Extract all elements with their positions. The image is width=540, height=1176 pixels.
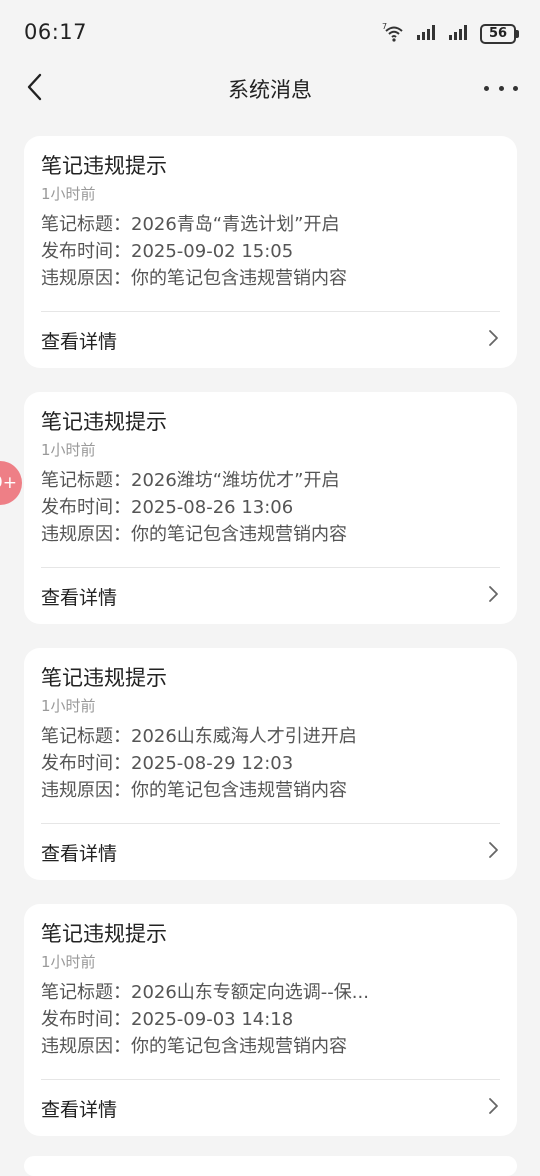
card-time: 1小时前	[41, 185, 96, 203]
more-button[interactable]	[484, 76, 518, 100]
more-dot	[484, 85, 489, 91]
publish-time-row: 发布时间：2025-08-26 13:06	[41, 497, 294, 518]
card-time: 1小时前	[41, 697, 96, 715]
note-title-row: 笔记标题：2026青岛“青选计划”开启	[41, 214, 340, 235]
publish-time-row: 发布时间：2025-09-03 14:18	[41, 1009, 294, 1030]
signal-icon	[448, 23, 470, 45]
card-title: 笔记违规提示	[41, 922, 167, 946]
battery-icon: 56	[480, 24, 519, 44]
chevron-right-icon	[486, 329, 500, 351]
message-card: 笔记违规提示 1小时前 笔记标题：2026青岛“青选计划”开启 发布时间：202…	[24, 136, 517, 368]
card-title: 笔记违规提示	[41, 154, 167, 178]
view-details-label: 查看详情	[41, 330, 118, 353]
view-details-button[interactable]: 查看详情	[41, 568, 500, 624]
page-title: 系统消息	[228, 78, 312, 102]
view-details-button[interactable]: 查看详情	[41, 312, 500, 368]
view-details-label: 查看详情	[41, 842, 118, 865]
violation-reason-row: 违规原因：你的笔记包含违规营销内容	[41, 268, 347, 289]
message-card: 笔记违规提示 1小时前 笔记标题：2026山东威海人才引进开启 发布时间：202…	[24, 648, 517, 880]
chevron-right-icon	[486, 841, 500, 863]
card-time: 1小时前	[41, 953, 96, 971]
more-dot	[498, 85, 504, 91]
signal-icon	[416, 23, 438, 45]
status-time: 06:17	[24, 20, 88, 44]
message-card-partial	[24, 1156, 517, 1176]
chevron-right-icon	[486, 585, 500, 607]
note-title-row: 笔记标题：2026潍坊“潍坊优才”开启	[41, 470, 340, 491]
violation-reason-row: 违规原因：你的笔记包含违规营销内容	[41, 524, 347, 545]
status-icons: 7 56	[382, 22, 519, 46]
note-title-row: 笔记标题：2026山东威海人才引进开启	[41, 726, 357, 747]
view-details-label: 查看详情	[41, 1098, 118, 1121]
publish-time-row: 发布时间：2025-08-29 12:03	[41, 753, 294, 774]
card-title: 笔记违规提示	[41, 410, 167, 434]
chevron-right-icon	[486, 1097, 500, 1119]
card-time: 1小时前	[41, 441, 96, 459]
nav-bar: 系统消息	[0, 64, 540, 114]
card-title: 笔记违规提示	[41, 666, 167, 690]
message-card: 笔记违规提示 1小时前 笔记标题：2026潍坊“潍坊优才”开启 发布时间：202…	[24, 392, 517, 624]
status-bar: 06:17 7 56	[0, 0, 540, 64]
wifi-icon: 7	[382, 22, 406, 46]
publish-time-row: 发布时间：2025-09-02 15:05	[41, 241, 294, 262]
view-details-button[interactable]: 查看详情	[41, 1080, 500, 1136]
violation-reason-row: 违规原因：你的笔记包含违规营销内容	[41, 780, 347, 801]
more-dot	[513, 85, 518, 91]
floating-unread-badge[interactable]: 9+	[0, 461, 22, 505]
message-card: 笔记违规提示 1小时前 笔记标题：2026山东专额定向选调--保... 发布时间…	[24, 904, 517, 1136]
view-details-button[interactable]: 查看详情	[41, 824, 500, 880]
violation-reason-row: 违规原因：你的笔记包含违规营销内容	[41, 1036, 347, 1057]
view-details-label: 查看详情	[41, 586, 118, 609]
note-title-row: 笔记标题：2026山东专额定向选调--保...	[41, 982, 369, 1003]
message-list: 笔记违规提示 1小时前 笔记标题：2026青岛“青选计划”开启 发布时间：202…	[24, 136, 517, 1160]
